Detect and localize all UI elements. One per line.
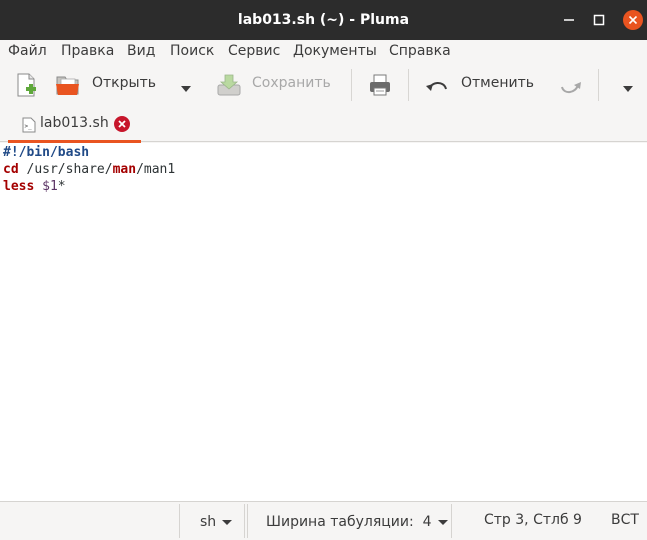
title-bar: lab013.sh (~) - Pluma xyxy=(0,0,647,40)
chevron-down-icon xyxy=(437,519,448,525)
minimize-icon xyxy=(564,19,574,21)
tab-lab013[interactable]: >_ lab013.sh xyxy=(8,108,141,143)
printer-icon xyxy=(370,74,390,96)
status-bar: sh Ширина табуляции: 4 Стр 3, Стлб 9 ВСТ xyxy=(0,501,647,540)
open-folder-icon xyxy=(56,76,79,95)
close-tab-button[interactable] xyxy=(114,116,130,132)
keyword-less: less xyxy=(3,179,35,194)
menu-help[interactable]: Справка xyxy=(389,43,451,59)
close-window-button[interactable] xyxy=(623,10,643,30)
undo-label[interactable]: Отменить xyxy=(461,75,534,91)
keyword-cd: cd xyxy=(3,162,19,177)
code-text: /man1 xyxy=(136,162,176,177)
redo-icon xyxy=(561,82,581,93)
cursor-position: Стр 3, Стлб 9 xyxy=(484,512,582,528)
code-text: / xyxy=(18,162,35,177)
code-text: usr xyxy=(34,162,58,177)
shell-script-icon: >_ xyxy=(22,117,36,133)
tab-label: lab013.sh xyxy=(40,115,109,131)
save-label[interactable]: Сохранить xyxy=(252,75,331,91)
language-label: sh xyxy=(200,514,233,530)
toolbar: Открыть Сохранить Отменить xyxy=(0,63,647,108)
toolbar-separator xyxy=(351,69,352,101)
window-title: lab013.sh (~) - Pluma xyxy=(237,12,410,28)
menu-file[interactable]: Файл xyxy=(8,43,47,59)
menu-bar: Файл Правка Вид Поиск Сервис Документы С… xyxy=(0,40,647,63)
code-text: /share/ xyxy=(57,162,113,177)
print-button[interactable] xyxy=(368,73,392,101)
code-line-1: #!/bin/bash xyxy=(3,144,89,161)
tab-width-label: Ширина табуляции: 4 xyxy=(266,514,448,530)
undo-icon xyxy=(426,82,447,91)
close-icon xyxy=(118,120,126,128)
open-recent-dropdown[interactable] xyxy=(180,79,192,98)
maximize-icon xyxy=(593,14,605,26)
redo-button[interactable] xyxy=(558,73,584,101)
toolbar-separator xyxy=(408,69,409,101)
menu-edit[interactable]: Правка xyxy=(61,43,114,59)
open-label[interactable]: Открыть xyxy=(92,75,156,91)
toolbar-overflow-dropdown[interactable] xyxy=(622,79,634,98)
chevron-down-icon xyxy=(222,519,233,525)
menu-documents[interactable]: Документы xyxy=(293,43,377,59)
open-button[interactable] xyxy=(55,73,81,101)
new-document-button[interactable] xyxy=(14,73,38,101)
close-icon xyxy=(628,15,638,25)
menu-view[interactable]: Вид xyxy=(127,43,155,59)
svg-text:>_: >_ xyxy=(25,123,33,130)
code-line-3: less $1* xyxy=(3,178,66,195)
menu-tools[interactable]: Сервис xyxy=(228,43,280,59)
text-editor[interactable]: #!/bin/bash cd /usr/share/man/man1 less … xyxy=(0,143,647,501)
minimize-button[interactable] xyxy=(559,10,579,30)
maximize-button[interactable] xyxy=(589,10,609,30)
chevron-down-icon xyxy=(181,86,191,92)
menu-search[interactable]: Поиск xyxy=(170,43,214,59)
new-document-icon xyxy=(17,73,36,97)
keyword-man: man xyxy=(112,162,137,177)
shebang: #!/bin/bash xyxy=(3,145,90,160)
chevron-down-icon xyxy=(623,86,633,92)
save-button[interactable] xyxy=(216,73,242,101)
undo-button[interactable] xyxy=(424,73,450,101)
document-tabs: >_ lab013.sh xyxy=(0,108,647,143)
insert-mode: ВСТ xyxy=(611,512,639,528)
tab-width-selector[interactable]: Ширина табуляции: 4 xyxy=(247,504,452,538)
toolbar-separator xyxy=(598,69,599,101)
save-icon xyxy=(217,74,241,96)
language-selector[interactable]: sh xyxy=(179,504,245,538)
code-text: * xyxy=(57,179,66,194)
pluma-window: lab013.sh (~) - Pluma Файл Правка Вид По… xyxy=(0,0,647,540)
variable: $1 xyxy=(42,179,58,194)
code-line-2: cd /usr/share/man/man1 xyxy=(3,161,175,178)
